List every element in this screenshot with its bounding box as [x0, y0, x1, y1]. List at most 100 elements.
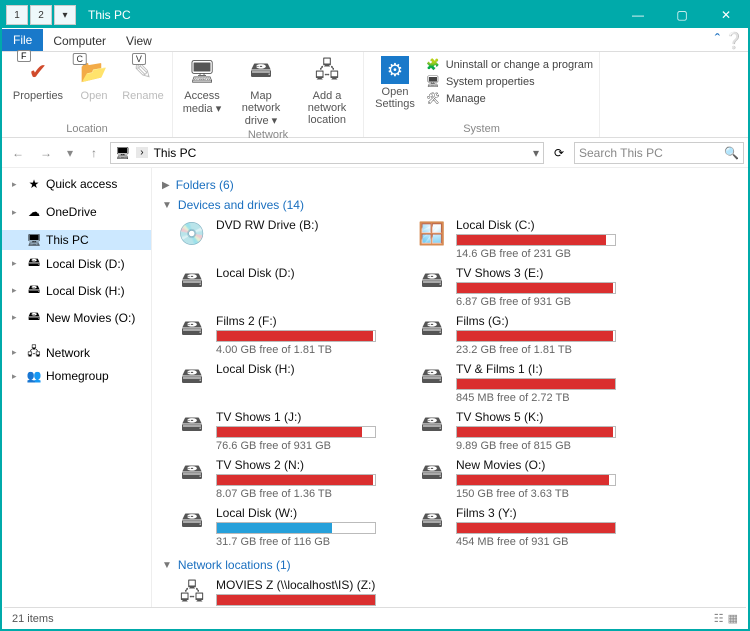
drive-item[interactable]: 🖴New Movies (O:)150 GB free of 3.63 TB [416, 458, 636, 500]
forward-button[interactable]: → [34, 141, 58, 165]
drive-item[interactable]: 💿DVD RW Drive (B:) [176, 218, 396, 260]
drive-icon: 🖧 [176, 578, 208, 608]
qat-btn-2[interactable]: 2 [30, 5, 52, 25]
drive-icon: 🖴 [176, 506, 208, 538]
qat-dropdown[interactable]: ▾ [54, 5, 76, 25]
keytip-computer: C [72, 53, 87, 65]
expand-icon[interactable]: ▸ [12, 312, 22, 323]
usage-bar [216, 522, 376, 534]
icons-view-button[interactable]: ▦ [728, 612, 738, 625]
manage-button[interactable]: 🛠Manage [426, 92, 593, 105]
sidebar-icon: ☁ [26, 205, 42, 219]
expand-icon[interactable]: ▸ [12, 258, 22, 269]
sidebar-item-this-pc[interactable]: 🖥This PC [2, 230, 151, 250]
drive-name: Local Disk (W:) [216, 506, 396, 520]
open-label: Open [81, 90, 108, 102]
drive-item[interactable]: 🖴Local Disk (D:) [176, 266, 396, 308]
drive-icon: 💿 [176, 218, 208, 250]
properties-button[interactable]: ✔Properties [8, 56, 68, 102]
refresh-button[interactable]: ⟳ [548, 142, 570, 164]
expand-icon[interactable]: ▸ [12, 179, 22, 190]
manage-label: Manage [446, 93, 486, 105]
access-media-button[interactable]: 🖥Access media ▾ [179, 56, 225, 115]
sidebar-item-network[interactable]: ▸🖧Network [2, 339, 151, 366]
up-button[interactable]: ↑ [82, 141, 106, 165]
address-bar[interactable]: 🖥 › This PC ▾ [110, 142, 544, 164]
map-drive-label: Map network drive ▾ [231, 90, 291, 127]
sidebar-item-onedrive[interactable]: ▸☁OneDrive [2, 202, 151, 222]
section-folders[interactable]: ▶Folders (6) [162, 178, 738, 192]
drive-item[interactable]: 🖴TV & Films 1 (I:)845 MB free of 2.72 TB [416, 362, 636, 404]
sidebar-icon: 🖥 [26, 233, 42, 247]
drive-icon: 🖴 [176, 362, 208, 394]
maximize-button[interactable]: ▢ [660, 2, 704, 28]
sidebar-label: Local Disk (D:) [46, 257, 125, 271]
expand-icon[interactable]: ▸ [12, 207, 22, 218]
sidebar-icon: ★ [26, 177, 42, 191]
window-controls: — ▢ ✕ [616, 2, 748, 28]
qat-btn-1[interactable]: 1 [6, 5, 28, 25]
drive-free: 9.89 GB free of 815 GB [456, 440, 636, 452]
history-dropdown[interactable]: ▾ [62, 141, 78, 165]
back-button[interactable]: ← [6, 141, 30, 165]
sidebar-item-local-disk-d-[interactable]: ▸🖴Local Disk (D:) [2, 250, 151, 277]
section-devices[interactable]: ▼Devices and drives (14) [162, 198, 738, 212]
map-drive-icon: 🖴 [245, 56, 277, 88]
sidebar-item-homegroup[interactable]: ▸👥Homegroup [2, 366, 151, 386]
drive-free: 76.6 GB free of 931 GB [216, 440, 396, 452]
drive-free: 4.00 GB free of 1.81 TB [216, 344, 396, 356]
tab-view[interactable]: View V [116, 31, 162, 51]
minimize-button[interactable]: — [616, 2, 660, 28]
drive-free: 23.2 GB free of 1.81 TB [456, 344, 636, 356]
search-input[interactable]: Search This PC 🔍 [574, 142, 744, 164]
breadcrumb-chevron[interactable]: › [136, 147, 147, 158]
search-icon: 🔍 [724, 146, 739, 160]
add-netloc-label: Add a network location [297, 90, 357, 126]
tab-computer[interactable]: Computer C [43, 31, 116, 51]
drive-item[interactable]: 🖴TV Shows 3 (E:)6.87 GB free of 931 GB [416, 266, 636, 308]
expand-icon[interactable]: ▸ [12, 371, 22, 382]
drive-item[interactable]: 🖴Local Disk (W:)31.7 GB free of 116 GB [176, 506, 396, 548]
open-settings-button[interactable]: ⚙Open Settings [370, 56, 420, 110]
section-network[interactable]: ▼Network locations (1) [162, 558, 738, 572]
drive-item[interactable]: 🖴TV Shows 1 (J:)76.6 GB free of 931 GB [176, 410, 396, 452]
breadcrumb-location[interactable]: This PC [154, 146, 197, 160]
drive-item[interactable]: 🖴Local Disk (H:) [176, 362, 396, 404]
sidebar-item-new-movies-o-[interactable]: ▸🖴New Movies (O:) [2, 304, 151, 331]
drive-free: 6.87 GB free of 931 GB [456, 296, 636, 308]
drive-icon: 🪟 [416, 218, 448, 250]
sysprops-button[interactable]: 🖥System properties [426, 75, 593, 88]
navbar: ← → ▾ ↑ 🖥 › This PC ▾ ⟳ Search This PC 🔍 [2, 138, 748, 168]
status-count: 21 items [12, 613, 54, 625]
expand-icon[interactable]: ▸ [12, 285, 22, 296]
details-view-button[interactable]: ☷ [714, 612, 724, 625]
drive-name: Films 3 (Y:) [456, 506, 636, 520]
drive-item[interactable]: 🖴TV Shows 2 (N:)8.07 GB free of 1.36 TB [176, 458, 396, 500]
drive-icon: 🖴 [416, 458, 448, 490]
group-label-system: System [463, 121, 500, 137]
tab-file[interactable]: File [2, 29, 43, 51]
drive-item[interactable]: 🪟Local Disk (C:)14.6 GB free of 231 GB [416, 218, 636, 260]
drive-item[interactable]: 🖴Films 3 (Y:)454 MB free of 931 GB [416, 506, 636, 548]
sidebar-item-quick-access[interactable]: ▸★Quick access [2, 174, 151, 194]
drive-item[interactable]: 🖧MOVIES Z (\\localhost\IS) (Z:)845 MB fr… [176, 578, 436, 608]
ribbon-collapse-icon[interactable]: ˆ [715, 32, 720, 50]
sidebar-item-local-disk-h-[interactable]: ▸🖴Local Disk (H:) [2, 277, 151, 304]
ribbon-group-network: 🖥Access media ▾ 🖴Map network drive ▾ 🖧Ad… [173, 52, 364, 137]
uninstall-button[interactable]: 🧩Uninstall or change a program [426, 58, 593, 71]
keytip-view: V [132, 53, 146, 65]
drive-item[interactable]: 🖴Films (G:)23.2 GB free of 1.81 TB [416, 314, 636, 356]
drive-name: TV Shows 2 (N:) [216, 458, 396, 472]
help-icon[interactable]: ❔ [724, 31, 744, 51]
add-netloc-button[interactable]: 🖧Add a network location [297, 56, 357, 126]
drive-item[interactable]: 🖴Films 2 (F:)4.00 GB free of 1.81 TB [176, 314, 396, 356]
drive-name: MOVIES Z (\\localhost\IS) (Z:) [216, 578, 436, 592]
netloc-grid: 🖧MOVIES Z (\\localhost\IS) (Z:)845 MB fr… [176, 578, 738, 608]
map-drive-button[interactable]: 🖴Map network drive ▾ [231, 56, 291, 127]
address-dropdown-icon[interactable]: ▾ [533, 146, 539, 160]
drive-item[interactable]: 🖴TV Shows 5 (K:)9.89 GB free of 815 GB [416, 410, 636, 452]
expand-icon[interactable]: ▸ [12, 347, 22, 358]
close-button[interactable]: ✕ [704, 2, 748, 28]
drive-name: TV Shows 5 (K:) [456, 410, 636, 424]
usage-bar [456, 234, 616, 246]
